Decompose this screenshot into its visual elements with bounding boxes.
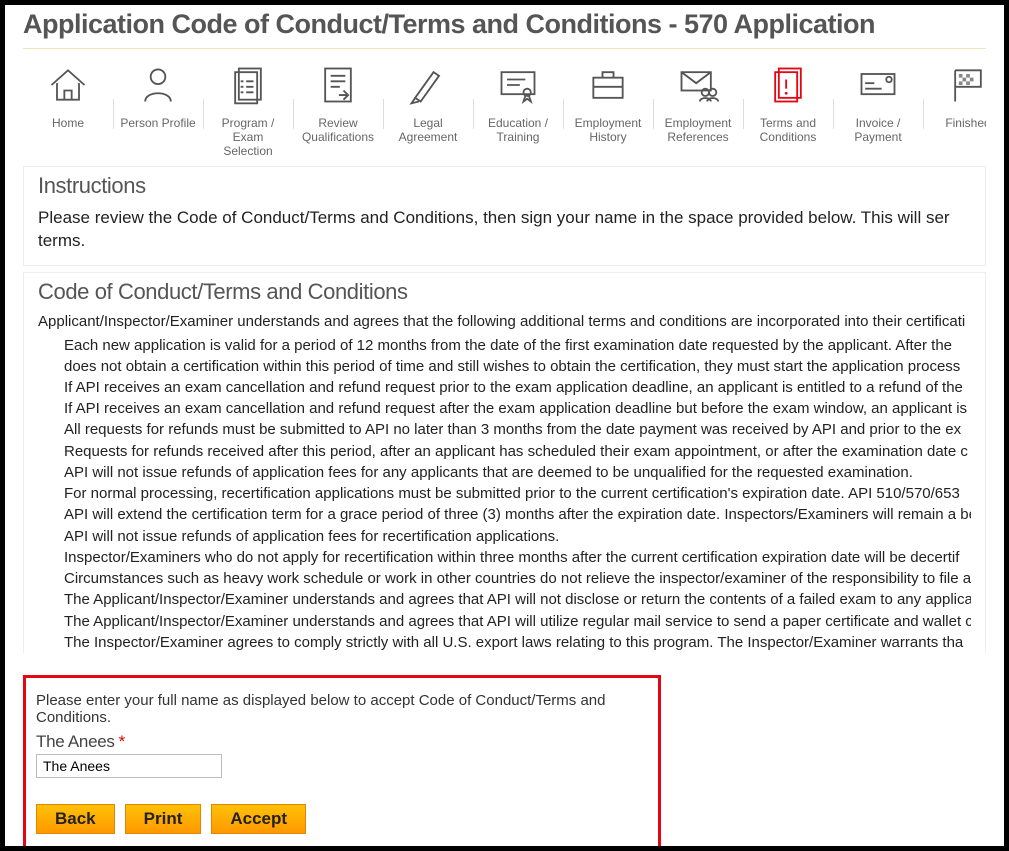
wizard-nav: Home Person Profile Program / Exam Selec… <box>23 59 986 158</box>
signature-field-label: The Anees* <box>36 732 648 752</box>
nav-label: Education / Training <box>477 117 559 145</box>
checklist-icon <box>207 59 289 111</box>
required-asterisk: * <box>119 732 125 751</box>
terms-item: The Inspector/Examiner agrees to comply … <box>64 633 971 653</box>
nav-label: Employment History <box>567 117 649 145</box>
nav-step-program-exam[interactable]: Program / Exam Selection <box>203 59 293 158</box>
nav-label: Home <box>27 117 109 131</box>
person-icon <box>117 59 199 111</box>
home-icon <box>27 59 109 111</box>
print-button[interactable]: Print <box>125 804 202 834</box>
divider <box>23 48 986 49</box>
nav-step-person-profile[interactable]: Person Profile <box>113 59 203 131</box>
nav-step-review-qualifications[interactable]: Review Qualifications <box>293 59 383 145</box>
terms-item: The Applicant/Inspector/Examiner underst… <box>64 590 971 610</box>
page-title: Application Code of Conduct/Terms and Co… <box>23 9 986 40</box>
nav-step-terms-conditions[interactable]: Terms and Conditions <box>743 59 833 145</box>
nav-label: Terms and Conditions <box>747 117 829 145</box>
terms-item: The Applicant/Inspector/Examiner underst… <box>64 612 971 632</box>
nav-step-employment-history[interactable]: Employment History <box>563 59 653 145</box>
terms-item: API will not issue refunds of applicatio… <box>64 527 971 547</box>
flag-icon <box>927 59 986 111</box>
signature-highlight-box: Please enter your full name as displayed… <box>23 675 661 849</box>
certificate-icon <box>477 59 559 111</box>
invoice-icon <box>837 59 919 111</box>
nav-label: Employment References <box>657 117 739 145</box>
terms-intro: Applicant/Inspector/Examiner understands… <box>38 313 971 330</box>
nav-label: Finished <box>927 117 986 131</box>
alert-doc-icon <box>747 59 829 111</box>
pen-icon <box>387 59 469 111</box>
instructions-title: Instructions <box>38 173 971 199</box>
nav-label: Person Profile <box>117 117 199 131</box>
button-row: Back Print Accept <box>36 804 648 834</box>
nav-label: Invoice / Payment <box>837 117 919 145</box>
signature-name-display: The Anees <box>36 732 115 751</box>
envelope-people-icon <box>657 59 739 111</box>
nav-step-education-training[interactable]: Education / Training <box>473 59 563 145</box>
terms-box: Code of Conduct/Terms and Conditions App… <box>23 272 986 653</box>
signature-input[interactable] <box>36 754 222 778</box>
terms-item: All requests for refunds must be submitt… <box>64 420 971 440</box>
terms-item: Inspector/Examiners who do not apply for… <box>64 548 971 568</box>
terms-item: API will extend the certification term f… <box>64 505 971 525</box>
terms-item: For normal processing, recertification a… <box>64 484 971 504</box>
terms-item: Requests for refunds received after this… <box>64 442 971 462</box>
terms-item: API will not issue refunds of applicatio… <box>64 463 971 483</box>
nav-step-invoice-payment[interactable]: Invoice / Payment <box>833 59 923 145</box>
accept-button[interactable]: Accept <box>211 804 306 834</box>
briefcase-icon <box>567 59 649 111</box>
instructions-body: Please review the Code of Conduct/Terms … <box>38 207 971 253</box>
terms-item: If API receives an exam cancellation and… <box>64 378 971 398</box>
nav-step-legal-agreement[interactable]: Legal Agreement <box>383 59 473 145</box>
terms-title: Code of Conduct/Terms and Conditions <box>38 279 971 305</box>
terms-item: Circumstances such as heavy work schedul… <box>64 569 971 589</box>
terms-list: Each new application is valid for a peri… <box>42 336 971 653</box>
nav-label: Review Qualifications <box>297 117 379 145</box>
terms-item: If API receives an exam cancellation and… <box>64 399 971 419</box>
nav-label: Program / Exam Selection <box>207 117 289 158</box>
document-arrow-icon <box>297 59 379 111</box>
instructions-box: Instructions Please review the Code of C… <box>23 166 986 266</box>
nav-step-home[interactable]: Home <box>23 59 113 131</box>
signature-prompt: Please enter your full name as displayed… <box>36 692 648 726</box>
back-button[interactable]: Back <box>36 804 115 834</box>
terms-item: Each new application is valid for a peri… <box>64 336 971 377</box>
nav-step-employment-references[interactable]: Employment References <box>653 59 743 145</box>
nav-label: Legal Agreement <box>387 117 469 145</box>
nav-step-finished[interactable]: Finished <box>923 59 986 131</box>
